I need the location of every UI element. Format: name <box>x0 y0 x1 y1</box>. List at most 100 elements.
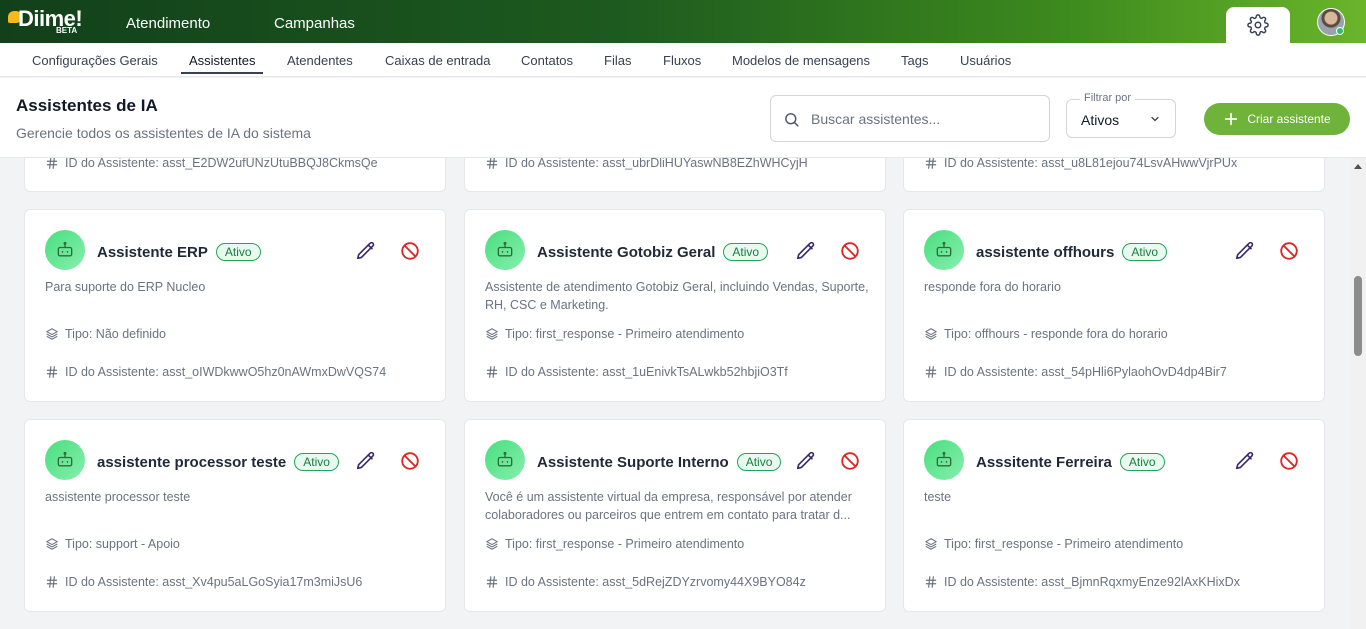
assistant-name: assistente offhours <box>976 244 1115 261</box>
assistant-id-row: ID do Assistente: asst_E2DW2ufUNzUtuBBQJ… <box>45 156 378 170</box>
assistant-description: Você é um assistente virtual da empresa,… <box>485 490 852 522</box>
block-icon <box>841 242 859 260</box>
hash-icon <box>925 157 937 169</box>
assistant-type: Tipo: first_response - Primeiro atendime… <box>944 537 1184 551</box>
assistant-type-row: Tipo: first_response - Primeiro atendime… <box>924 537 1183 551</box>
assistant-name: Assistente Suporte Interno <box>537 454 729 471</box>
assistant-description: Para suporte do ERP Nucleo <box>45 280 206 294</box>
block-icon <box>841 452 859 470</box>
pencil-icon <box>1235 241 1254 260</box>
assistant-card: Assistente ERP Ativo Para suporte do ERP … <box>24 209 446 402</box>
edit-button[interactable] <box>795 450 817 472</box>
assistant-card: Assistente Gotobiz Geral Ativo Assistente… <box>464 209 886 402</box>
status-badge: Ativo <box>736 453 782 471</box>
assistant-name-row: assistente offhours Ativo <box>976 243 1168 261</box>
assistant-card: Asssitente Ferreira Ativo teste Tipo: fir… <box>903 419 1325 612</box>
assistant-card: assistente processor teste Ativo assisten… <box>24 419 446 612</box>
assistant-type: Tipo: Não definido <box>65 327 166 341</box>
robot-avatar <box>45 230 85 270</box>
assistant-id-row: ID do Assistente: asst_BjmnRqxmyEnze92lA… <box>924 575 1240 589</box>
deactivate-button[interactable] <box>839 240 861 262</box>
edit-button[interactable] <box>1234 450 1256 472</box>
deactivate-button[interactable] <box>399 450 421 472</box>
page-title: Assistentes de IA <box>16 96 158 115</box>
assistant-type-row: Tipo: Não definido <box>45 327 166 341</box>
block-icon <box>401 242 419 260</box>
assistant-name: Assistente Gotobiz Geral <box>537 244 716 261</box>
robot-icon <box>936 241 952 257</box>
create-assistant-button[interactable]: Criar assistente <box>1204 103 1350 135</box>
assistant-name-row: Asssitente Ferreira Ativo <box>976 453 1165 471</box>
pencil-icon <box>796 451 815 470</box>
robot-icon <box>497 241 513 257</box>
assistant-name: Asssitente Ferreira <box>976 454 1112 471</box>
deactivate-button[interactable] <box>399 240 421 262</box>
assistant-type-row: Tipo: support - Apoio <box>45 537 180 551</box>
assistant-type-row: Tipo: first_response - Primeiro atendime… <box>485 327 744 341</box>
assistant-name-row: Assistente Suporte Interno Ativo <box>537 453 782 471</box>
layers-icon <box>925 538 937 550</box>
page-scrollbar[interactable] <box>1350 158 1366 629</box>
hash-icon <box>46 576 58 588</box>
status-badge: Ativo <box>294 453 339 471</box>
deactivate-button[interactable] <box>1278 240 1300 262</box>
search-icon <box>785 113 799 127</box>
assistant-description: teste <box>924 490 952 504</box>
assistant-id-row: ID do Assistente: asst_5dRejZDYzrvomy44X… <box>485 575 806 589</box>
filter-value: Ativos <box>1081 112 1120 128</box>
robot-icon <box>497 451 513 467</box>
assistant-name-row: Assistente Gotobiz Geral Ativo <box>537 243 769 261</box>
assistant-id-row: ID do Assistente: asst_54pHli6PylaohOvD4… <box>924 365 1227 379</box>
status-badge: Ativo <box>1119 453 1165 471</box>
create-assistant-label: Criar assistente <box>1247 112 1331 126</box>
layers-icon <box>925 328 937 340</box>
assistant-type: Tipo: first_response - Primeiro atendime… <box>505 327 745 341</box>
edit-button[interactable] <box>355 240 377 262</box>
deactivate-button[interactable] <box>1278 450 1300 472</box>
hash-icon <box>486 157 498 169</box>
block-icon <box>1280 452 1298 470</box>
robot-avatar <box>485 440 525 480</box>
assistant-id-row: ID do Assistente: asst_Xv4pu5aLGoSyia17m… <box>45 575 362 589</box>
assistant-card: Assistente Suporte Interno Ativo Você é u… <box>464 419 886 612</box>
assistant-id: ID do Assistente: asst_E2DW2ufUNzUtuBBQJ… <box>65 156 378 170</box>
assistant-type: Tipo: support - Apoio <box>65 537 180 551</box>
assistant-card: assistente offhours Ativo responde fora d… <box>903 209 1325 402</box>
edit-button[interactable] <box>795 240 817 262</box>
assistant-type-row: Tipo: first_response - Primeiro atendime… <box>485 537 744 551</box>
pencil-icon <box>1235 451 1254 470</box>
hash-icon <box>486 576 498 588</box>
scroll-thumb[interactable] <box>1354 276 1362 356</box>
assistant-name: assistente processor teste <box>97 454 287 471</box>
assistant-id: ID do Assistente: asst_5dRejZDYzrvomy44X… <box>505 575 806 589</box>
deactivate-button[interactable] <box>839 450 861 472</box>
hash-icon <box>486 366 498 378</box>
status-badge: Ativo <box>723 243 769 261</box>
edit-button[interactable] <box>1234 240 1256 262</box>
page-subtitle: Gerencie todos os assistentes de IA do s… <box>16 125 311 141</box>
edit-button[interactable] <box>355 450 377 472</box>
pencil-icon <box>356 241 375 260</box>
robot-avatar <box>924 440 964 480</box>
filter-label: Filtrar por <box>1080 92 1136 104</box>
layers-icon <box>46 328 58 340</box>
assistant-type: Tipo: offhours - responde fora do horari… <box>944 327 1168 341</box>
scroll-up-arrow[interactable] <box>1354 164 1362 169</box>
robot-avatar <box>924 230 964 270</box>
filter-select[interactable]: Ativos <box>1066 99 1176 138</box>
assistant-id: ID do Assistente: asst_oIWDkwwO5hz0nAWmx… <box>65 365 387 379</box>
robot-icon <box>57 451 73 467</box>
assistant-name-row: Assistente ERP Ativo <box>97 243 261 261</box>
robot-icon <box>57 241 73 257</box>
block-icon <box>1280 242 1298 260</box>
layers-icon <box>46 538 58 550</box>
assistant-name-row: assistente processor teste Ativo <box>97 453 339 471</box>
hash-icon <box>925 576 937 588</box>
robot-avatar <box>485 230 525 270</box>
hash-icon <box>925 366 937 378</box>
assistant-id-row: ID do Assistente: asst_ubrDliHUYaswNB8EZ… <box>485 156 808 170</box>
layers-icon <box>486 328 498 340</box>
hash-icon <box>46 157 58 169</box>
search-input[interactable] <box>811 106 1041 132</box>
assistant-id: ID do Assistente: asst_u8L81ejou74LsvAHw… <box>944 156 1238 170</box>
